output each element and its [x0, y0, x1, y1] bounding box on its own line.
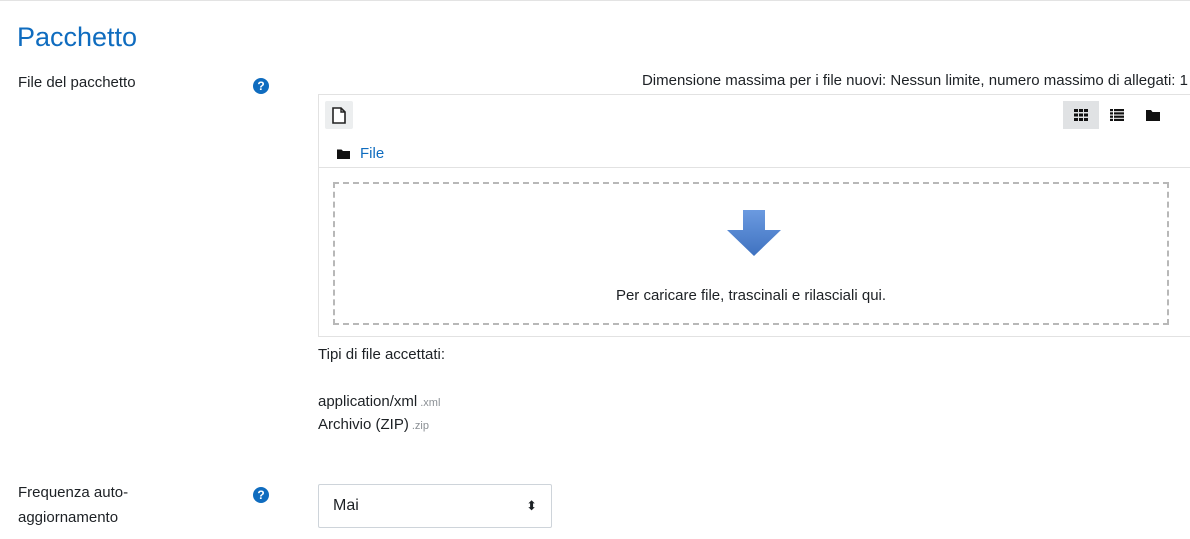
- accepted-type-item: Archivio (ZIP) .zip: [318, 416, 429, 433]
- add-file-button[interactable]: [325, 101, 353, 129]
- breadcrumb-files-link[interactable]: File: [360, 145, 384, 162]
- grid-view-button[interactable]: [1063, 101, 1099, 129]
- select-caret-icon: ⬍: [526, 498, 537, 513]
- section-title: Pacchetto: [17, 22, 138, 52]
- auto-update-label-line1: Frequenza auto-: [18, 484, 129, 501]
- auto-update-frequency-select[interactable]: Mai ⬍: [318, 484, 552, 528]
- file-type-name: application/xml: [318, 393, 418, 410]
- folder-view-icon: [1146, 110, 1160, 121]
- accepted-types-title: Tipi di file accettati:: [318, 346, 445, 363]
- breadcrumb: File: [337, 145, 384, 162]
- file-type-extension: .zip: [411, 420, 429, 432]
- auto-update-label: Frequenza auto- aggiornamento: [18, 480, 128, 530]
- list-view-button[interactable]: [1099, 101, 1135, 129]
- drop-arrow-icon: [727, 210, 781, 256]
- file-limits-text: Dimensione massima per i file nuovi: Nes…: [641, 72, 1188, 89]
- drop-zone[interactable]: Per caricare file, trascinali e rilascia…: [333, 182, 1169, 325]
- drop-zone-instructions: Per caricare file, trascinali e rilascia…: [615, 287, 887, 304]
- list-view-icon: [1110, 109, 1124, 121]
- question-circle-icon[interactable]: ?: [253, 78, 269, 94]
- question-circle-icon[interactable]: ?: [253, 487, 269, 503]
- grid-view-icon: [1074, 109, 1088, 121]
- file-manager-toolbar: File: [319, 95, 1190, 168]
- auto-update-label-line2: aggiornamento: [18, 509, 119, 526]
- file-manager: File Per caricare file, trascinali e ril…: [318, 94, 1190, 337]
- file-type-name: Archivio (ZIP): [318, 416, 409, 433]
- accepted-type-item: application/xml .xml: [318, 393, 440, 410]
- folder-icon: [337, 149, 350, 159]
- top-divider: [0, 0, 1190, 15]
- select-value: Mai: [333, 497, 359, 514]
- view-switcher: [1063, 101, 1171, 129]
- folder-view-button[interactable]: [1135, 101, 1171, 129]
- package-file-label: File del pacchetto: [18, 74, 136, 91]
- file-type-extension: .xml: [420, 397, 441, 409]
- file-add-icon: [332, 106, 346, 124]
